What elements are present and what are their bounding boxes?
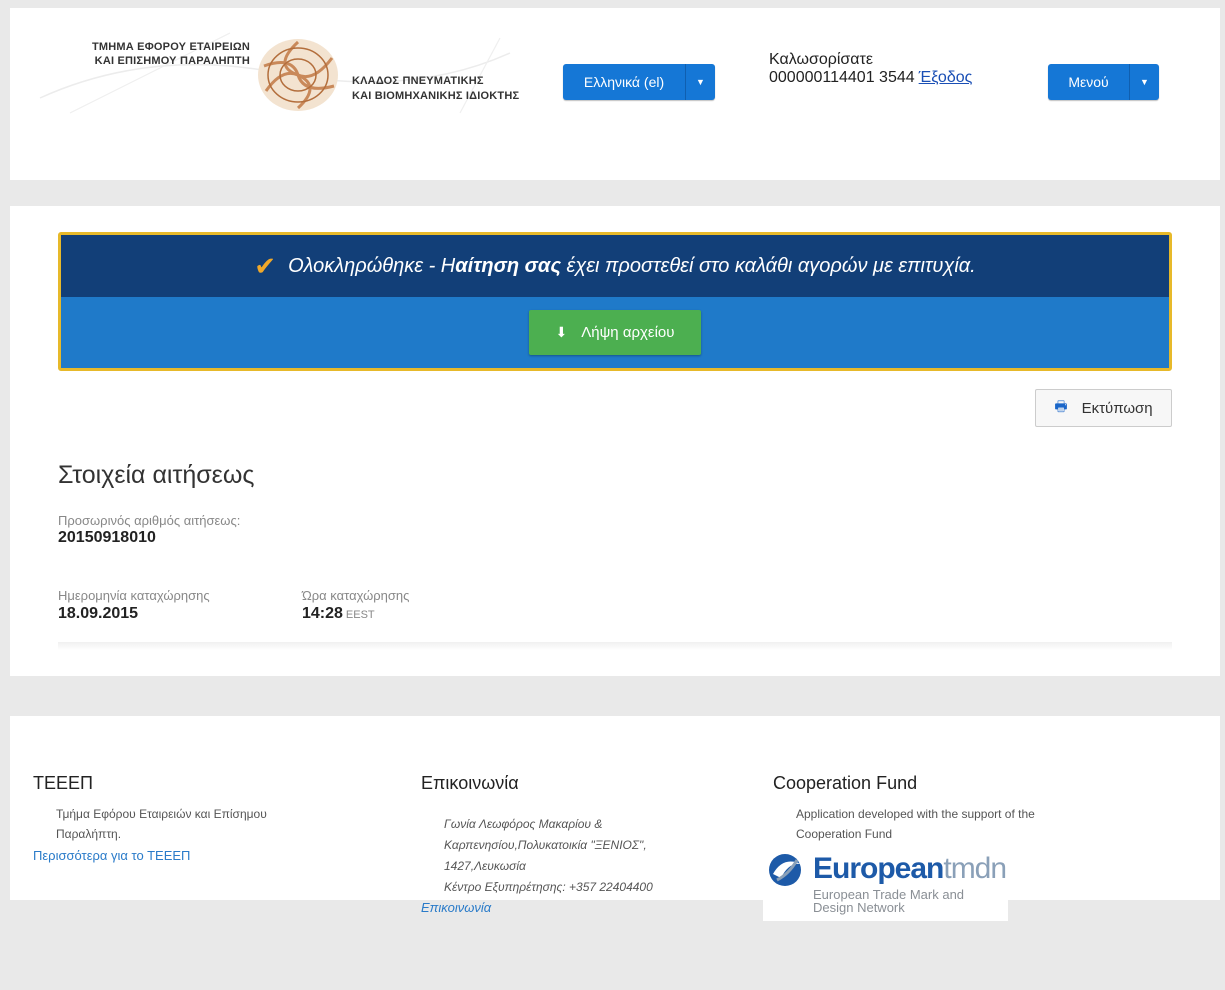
footer-col3-line1: Application developed with the support o… — [796, 807, 1035, 821]
logo-left-line2: ΚΑΙ ΕΠΙΣΗΜΟΥ ΠΑΡΑΛΗΠΤΗ — [94, 55, 250, 67]
logo-branch-text: ΚΛΑΔΟΣ ΠΝΕΥΜΑΤΙΚΗΣ ΚΑΙ ΒΙΟΜΗΧΑΝΙΚΗΣ ΙΔΙΟ… — [352, 74, 527, 104]
footer-contact-link[interactable]: Επικοινωνία — [421, 900, 491, 915]
logo-left-line1: ΤΜΗΜΑ ΕΦΟΡΟΥ ΕΤΑΙΡΕΙΩΝ — [91, 41, 250, 53]
download-file-button[interactable]: ⬇ Λήψη αρχείου — [529, 310, 701, 355]
time-value: 14:28 EEST — [302, 605, 375, 623]
logo-emblem-icon — [258, 39, 338, 111]
print-label: Εκτύπωση — [1081, 399, 1153, 417]
menu-dropdown[interactable]: Μενού ▼ — [1048, 64, 1159, 100]
european-tmdn-logo[interactable]: Europeantmdn European Trade Mark and Des… — [763, 846, 1008, 921]
menu-label: Μενού — [1068, 74, 1109, 90]
footer-col3-title: Cooperation Fund — [773, 773, 918, 793]
language-dropdown[interactable]: Ελληνικά (el) ▼ — [563, 64, 715, 100]
tmdn-subtitle: European Trade Mark and Design Network — [813, 888, 964, 914]
time-zone: EEST — [345, 609, 375, 621]
footer-col1-text: Τμήμα Εφόρου Εταιρειών και Επίσημου Παρα… — [56, 804, 267, 844]
footer-col1-title: ΤΕΕΕΠ — [33, 773, 94, 793]
logo-department-text: ΤΜΗΜΑ ΕΦΟΡΟΥ ΕΤΑΙΡΕΙΩΝ ΚΑΙ ΕΠΙΣΗΜΟΥ ΠΑΡΑ… — [80, 40, 250, 68]
print-button[interactable]: 🖶 Εκτύπωση — [1035, 389, 1172, 427]
chevron-down-icon: ▼ — [685, 64, 715, 100]
language-label: Ελληνικά (el) — [583, 74, 665, 90]
footer-address: Γωνία Λεωφόρος Μακαρίου & Καρπενησίου,Πο… — [444, 814, 653, 898]
logo-right-line2: ΚΑΙ ΒΙΟΜΗΧΑΝΙΚΗΣ ΙΔΙΟΚΤΗΣ — [352, 90, 520, 102]
time-value-text: 14:28 — [302, 605, 343, 622]
footer-col1-line2: Παραλήπτη. — [56, 827, 122, 841]
page-footer: ΤΕΕΕΠ Τμήμα Εφόρου Εταιρειών και Επίσημο… — [10, 716, 1220, 915]
tmdn-word-light: tmdn — [943, 852, 1007, 885]
footer-addr-line3: 1427,Λευκωσία — [444, 859, 526, 873]
download-label: Λήψη αρχείου — [581, 324, 675, 341]
logo-right-line1: ΚΛΑΔΟΣ ΠΝΕΥΜΑΤΙΚΗΣ — [352, 75, 484, 87]
download-icon: ⬇ — [555, 324, 568, 340]
alert-text-bold: αίτηση σας — [455, 254, 561, 277]
welcome-label: Καλωσορίσατε — [769, 51, 873, 68]
footer-more-link[interactable]: Περισσότερα για το ΤΕΕΕΠ — [33, 848, 190, 863]
footer-addr-line4: Κέντρο Εξυπηρέτησης: +357 22404400 — [444, 880, 653, 894]
alert-text-suffix: έχει προστεθεί στο καλάθι αγορών με επιτ… — [560, 254, 976, 277]
tmdn-word-bold: European — [813, 852, 944, 885]
page-header: ΤΜΗΜΑ ΕΦΟΡΟΥ ΕΤΑΙΡΕΙΩΝ ΚΑΙ ΕΠΙΣΗΜΟΥ ΠΑΡΑ… — [10, 8, 1220, 180]
main-panel: ✔ Ολοκληρώθηκε - Η αίτηση σας έχει προστ… — [10, 206, 1220, 676]
date-label: Ημερομηνία καταχώρησης — [58, 588, 210, 603]
tmdn-swirl-icon — [769, 854, 801, 886]
temp-number-label: Προσωρινός αριθμός αιτήσεως: — [58, 513, 241, 528]
checkmark-icon: ✔ — [254, 250, 277, 281]
section-divider — [58, 642, 1172, 650]
alert-text-prefix: Ολοκληρώθηκε - Η — [288, 254, 456, 277]
logout-link[interactable]: Έξοδος — [919, 69, 973, 86]
chevron-down-icon: ▼ — [1129, 64, 1159, 100]
printer-icon: 🖶 — [1054, 398, 1068, 414]
footer-col2-title: Επικοινωνία — [421, 773, 519, 793]
footer-col3-line2: Cooperation Fund — [796, 827, 893, 841]
footer-col3-text: Application developed with the support o… — [796, 804, 1035, 844]
footer-addr-line1: Γωνία Λεωφόρος Μακαρίου & — [444, 817, 603, 831]
alert-message: ✔ Ολοκληρώθηκε - Η αίτηση σας έχει προστ… — [61, 235, 1169, 297]
user-id: 000000114401 3544 — [769, 69, 915, 86]
date-value: 18.09.2015 — [58, 605, 139, 622]
footer-addr-line2: Καρπενησίου,Πολυκατοικία "ΞΕΝΙΟΣ", — [444, 838, 647, 852]
success-alert: ✔ Ολοκληρώθηκε - Η αίτηση σας έχει προστ… — [58, 232, 1172, 371]
footer-col1-line1: Τμήμα Εφόρου Εταιρειών και Επίσημου — [56, 807, 267, 821]
time-label: Ώρα καταχώρησης — [302, 588, 410, 603]
tmdn-wordmark: Europeantmdn — [813, 852, 1007, 886]
welcome-block: Καλωσορίσατε 000000114401 3544 Έξοδος — [769, 51, 972, 87]
temp-number-value: 20150918010 — [58, 529, 156, 546]
details-title: Στοιχεία αιτήσεως — [58, 461, 255, 489]
tmdn-sub-line2: Design Network — [813, 900, 905, 915]
